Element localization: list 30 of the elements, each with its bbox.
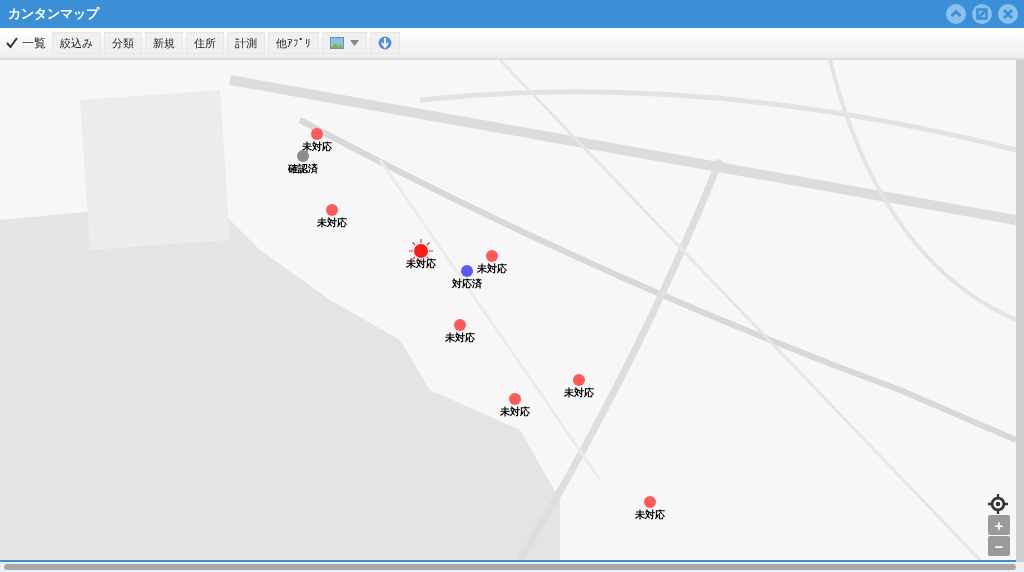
- marker-label: 未対応: [477, 262, 507, 276]
- marker-label: 対応済: [452, 277, 482, 291]
- close-icon[interactable]: [998, 4, 1018, 24]
- toolbar-button[interactable]: 他ｱﾌﾟﾘ: [268, 32, 319, 54]
- marker-label: 未対応: [317, 216, 347, 230]
- toolbar-button[interactable]: 住所: [186, 32, 224, 54]
- caret-icon: [350, 40, 359, 46]
- image-icon: [330, 37, 344, 49]
- layer-dropdown[interactable]: [322, 32, 367, 54]
- locate-icon[interactable]: [988, 494, 1008, 514]
- list-checkbox[interactable]: 一覧: [5, 34, 46, 52]
- toolbar-button[interactable]: 絞込み: [52, 32, 101, 54]
- marker-label: 未対応: [500, 405, 530, 419]
- marker-label: 未対応: [564, 386, 594, 400]
- download-icon: [378, 36, 392, 50]
- horizontal-scrollbar[interactable]: [4, 564, 1016, 570]
- marker-label: 未対応: [406, 257, 436, 271]
- restore-icon[interactable]: [972, 4, 992, 24]
- marker-label: 未対応: [445, 331, 475, 345]
- vertical-scrollbar[interactable]: [1016, 60, 1024, 562]
- window-title: カンタンマップ: [8, 5, 99, 23]
- toolbar-button[interactable]: 分類: [104, 32, 142, 54]
- toolbar-button[interactable]: 新規: [145, 32, 183, 54]
- marker-label: 確認済: [288, 162, 318, 176]
- marker-label: 未対応: [302, 140, 332, 154]
- toolbar-button[interactable]: 計測: [227, 32, 265, 54]
- collapse-icon[interactable]: [946, 4, 966, 24]
- download-button[interactable]: [370, 32, 400, 54]
- checkmark-icon[interactable]: [5, 36, 19, 50]
- marker-label: 未対応: [635, 508, 665, 522]
